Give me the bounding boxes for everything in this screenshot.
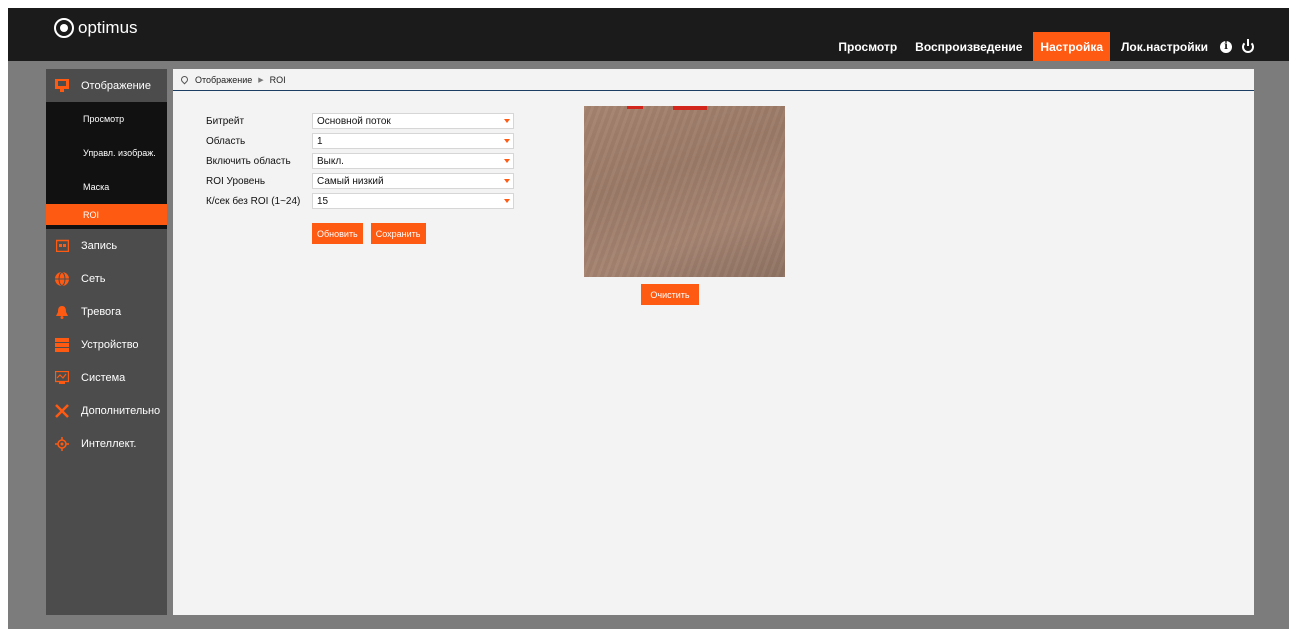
top-nav: Просмотр Воспроизведение Настройка Лок.н…	[827, 32, 1259, 61]
nav-playback[interactable]: Воспроизведение	[908, 32, 1029, 61]
info-button[interactable]: i	[1215, 32, 1237, 61]
area-row: Область 1	[206, 132, 514, 150]
sidebar-group-label: Интеллект.	[81, 437, 137, 450]
dropdown-caret-icon	[504, 159, 510, 163]
nav-settings[interactable]: Настройка	[1033, 32, 1111, 61]
breadcrumb-arrow-icon: ▶	[258, 76, 264, 84]
app-frame: optimus Просмотр Воспроизведение Настрой…	[8, 8, 1289, 629]
brand-name: optimus	[78, 18, 138, 37]
sidebar-item-roi[interactable]: ROI	[46, 204, 167, 229]
sidebar-group-label: Сеть	[81, 272, 106, 285]
sidebar-item-mask[interactable]: Маска	[46, 170, 167, 204]
breadcrumb: Отображение ▶ ROI	[173, 69, 1254, 91]
level-label: ROI Уровень	[206, 175, 266, 187]
refresh-button[interactable]: Обновить	[312, 223, 363, 244]
level-row: ROI Уровень Самый низкий	[206, 172, 514, 190]
sidebar-group-display[interactable]: Отображение	[46, 69, 167, 102]
area-label: Область	[206, 135, 246, 147]
sidebar-group-label: Запись	[81, 239, 118, 252]
area-value: 1	[317, 135, 323, 147]
fps-label: К/сек без ROI (1~24)	[206, 195, 301, 207]
level-value: Самый низкий	[317, 175, 384, 187]
clear-button[interactable]: Очистить	[641, 284, 699, 305]
sidebar-group-intelligence[interactable]: Интеллект.	[46, 427, 167, 460]
sidebar-group-label: Система	[81, 371, 126, 384]
bitrate-value: Основной поток	[317, 115, 391, 127]
enable-value: Выкл.	[317, 155, 344, 167]
globe-icon	[55, 271, 69, 286]
fps-row: К/сек без ROI (1~24) 15	[206, 192, 514, 210]
bitrate-row: Битрейт Основной поток	[206, 112, 514, 130]
sidebar-item-live-view[interactable]: Просмотр	[46, 102, 167, 136]
fps-select[interactable]: 15	[312, 193, 514, 209]
calendar-icon	[55, 239, 69, 253]
nav-live-view[interactable]: Просмотр	[831, 32, 904, 61]
dropdown-caret-icon	[504, 119, 510, 123]
dropdown-caret-icon	[504, 179, 510, 183]
enable-select[interactable]: Выкл.	[312, 153, 514, 169]
fps-value: 15	[317, 195, 329, 207]
sidebar-group-record[interactable]: Запись	[46, 229, 167, 262]
sidebar-group-network[interactable]: Сеть	[46, 262, 167, 295]
sidebar-item-image-control[interactable]: Управл. изображ.	[46, 136, 167, 170]
sidebar-group-advanced[interactable]: Дополнительно	[46, 394, 167, 427]
osd-marker	[673, 106, 707, 110]
sidebar-group-label: Дополнительно	[81, 404, 161, 417]
info-icon: i	[1220, 40, 1232, 53]
power-icon	[1242, 38, 1254, 53]
sidebar-group-label: Тревога	[81, 305, 122, 318]
brand-logo: optimus	[54, 16, 138, 40]
osd-marker	[627, 106, 643, 109]
location-pin-icon	[179, 74, 190, 85]
video-preview[interactable]	[584, 106, 785, 277]
bitrate-label: Битрейт	[206, 115, 245, 127]
roi-form: Битрейт Основной поток Область 1 Включит…	[206, 112, 514, 244]
save-button[interactable]: Сохранить	[370, 223, 426, 244]
bitrate-select[interactable]: Основной поток	[312, 113, 514, 129]
sidebar-group-alarm[interactable]: Тревога	[46, 295, 167, 328]
sidebar-group-label: Отображение	[81, 79, 151, 92]
tools-icon	[55, 403, 69, 418]
area-select[interactable]: 1	[312, 133, 514, 149]
main-content: Отображение ▶ ROI Битрейт Основной поток…	[173, 69, 1254, 615]
breadcrumb-section[interactable]: Отображение	[195, 75, 252, 85]
top-bar: optimus Просмотр Воспроизведение Настрой…	[8, 8, 1289, 61]
monitor-icon	[55, 79, 69, 93]
brain-gear-icon	[55, 436, 69, 451]
display-submenu: Просмотр Управл. изображ. Маска ROI	[46, 102, 167, 229]
dropdown-caret-icon	[504, 139, 510, 143]
dropdown-caret-icon	[504, 199, 510, 203]
preview-texture	[584, 106, 785, 277]
sidebar-group-label: Устройство	[81, 338, 139, 351]
form-buttons: Обновить Сохранить	[312, 223, 514, 244]
enable-row: Включить область Выкл.	[206, 152, 514, 170]
breadcrumb-page: ROI	[269, 74, 286, 85]
sidebar: Отображение Просмотр Управл. изображ. Ма…	[46, 69, 167, 615]
enable-label: Включить область	[206, 155, 291, 167]
level-select[interactable]: Самый низкий	[312, 173, 514, 189]
server-icon	[55, 337, 69, 352]
optimus-logo-icon	[54, 18, 74, 38]
system-monitor-icon	[55, 371, 69, 385]
nav-local-settings[interactable]: Лок.настройки	[1114, 32, 1215, 61]
sidebar-group-system[interactable]: Система	[46, 361, 167, 394]
logout-button[interactable]	[1237, 32, 1259, 61]
bell-icon	[55, 305, 69, 319]
sidebar-group-device[interactable]: Устройство	[46, 328, 167, 361]
